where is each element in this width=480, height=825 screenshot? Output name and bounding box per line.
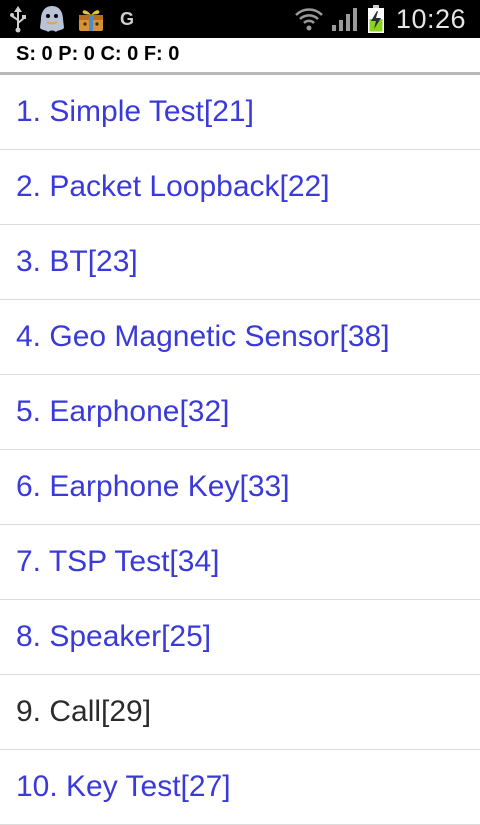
list-item-label: 6. Earphone Key[33] bbox=[16, 470, 290, 503]
list-item-label: 3. BT[23] bbox=[16, 245, 138, 278]
list-item-label: 5. Earphone[32] bbox=[16, 395, 230, 428]
clock: 10:26 bbox=[395, 3, 466, 34]
network-type-label: G bbox=[120, 8, 135, 29]
test-list-item-speaker[interactable]: 8. Speaker[25] bbox=[0, 600, 480, 675]
test-list-item-call[interactable]: 9. Call[29] bbox=[0, 675, 480, 750]
cell-signal-icon bbox=[330, 5, 360, 33]
test-list-item-key-test[interactable]: 10. Key Test[27] bbox=[0, 750, 480, 825]
result-counters: S: 0 P: 0 C: 0 F: 0 bbox=[0, 38, 480, 75]
test-list-item-simple-test[interactable]: 1. Simple Test[21] bbox=[0, 75, 480, 150]
test-list-item-bt[interactable]: 3. BT[23] bbox=[0, 225, 480, 300]
counters-text: S: 0 P: 0 C: 0 F: 0 bbox=[16, 43, 180, 65]
system-indicators: 10:26 bbox=[294, 0, 466, 38]
test-list-item-packet-loopback[interactable]: 2. Packet Loopback[22] bbox=[0, 150, 480, 225]
usb-icon bbox=[8, 5, 28, 33]
list-item-label: 8. Speaker[25] bbox=[16, 620, 212, 653]
test-list-item-earphone-key[interactable]: 6. Earphone Key[33] bbox=[0, 450, 480, 525]
test-list-item-tsp-test[interactable]: 7. TSP Test[34] bbox=[0, 525, 480, 600]
wifi-icon bbox=[294, 5, 324, 33]
test-list-item-earphone[interactable]: 5. Earphone[32] bbox=[0, 375, 480, 450]
battery-charging-icon bbox=[366, 4, 386, 34]
test-list: 1. Simple Test[21] 2. Packet Loopback[22… bbox=[0, 75, 480, 825]
list-item-label: 2. Packet Loopback[22] bbox=[16, 170, 330, 203]
status-bar: G 10:26 bbox=[0, 0, 480, 38]
test-list-item-geo-magnetic-sensor[interactable]: 4. Geo Magnetic Sensor[38] bbox=[0, 300, 480, 375]
list-item-label: 10. Key Test[27] bbox=[16, 770, 231, 803]
gift-box-icon bbox=[76, 4, 106, 34]
ghost-app-icon bbox=[38, 4, 66, 34]
list-item-label: 7. TSP Test[34] bbox=[16, 545, 220, 578]
list-item-label: 9. Call[29] bbox=[16, 695, 152, 728]
notification-icons: G bbox=[8, 0, 134, 38]
list-item-label: 4. Geo Magnetic Sensor[38] bbox=[16, 320, 390, 353]
list-item-label: 1. Simple Test[21] bbox=[16, 95, 254, 128]
